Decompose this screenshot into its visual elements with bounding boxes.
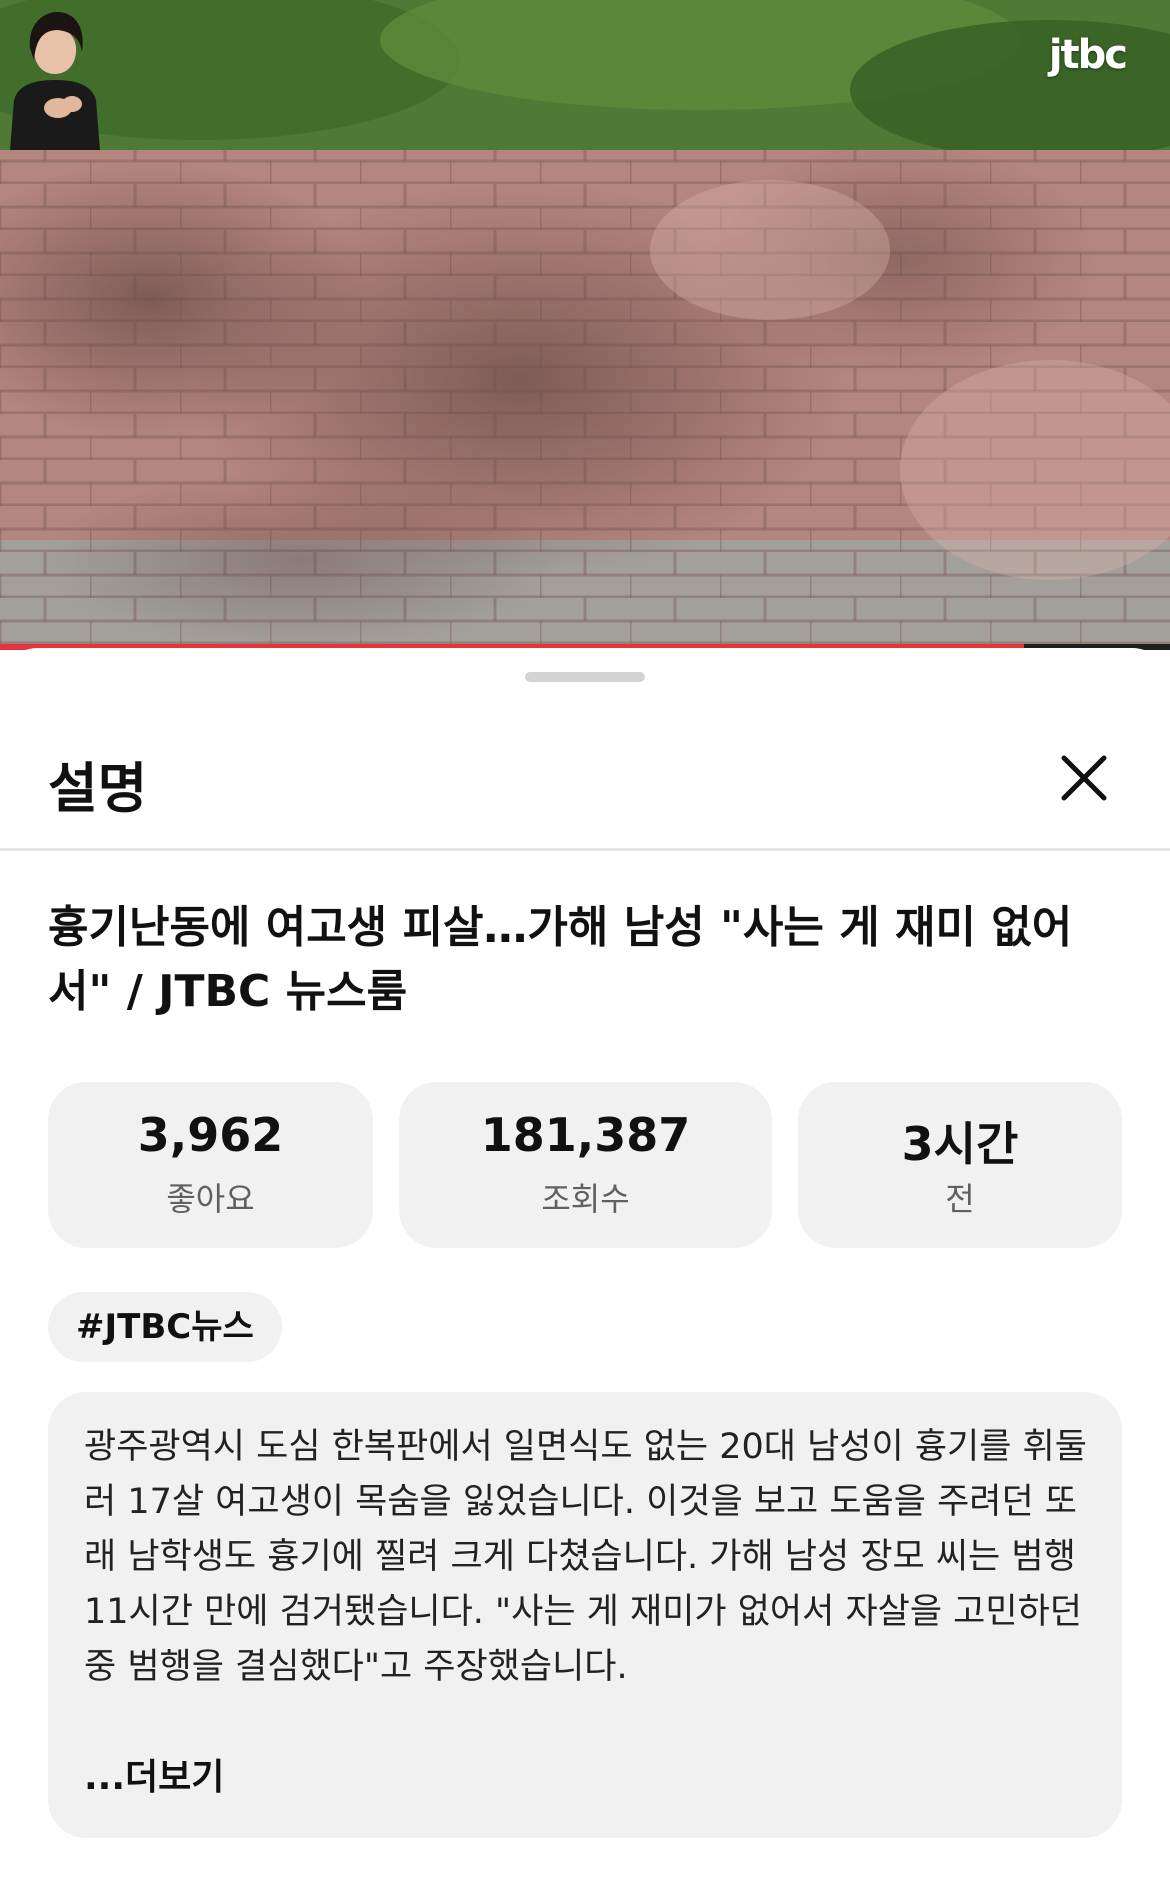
views-label: 조회수 [541, 1180, 630, 1218]
show-more-link[interactable]: ...더보기 [84, 1748, 224, 1800]
header-divider [0, 848, 1170, 851]
likes-count: 3,962 [137, 1108, 284, 1162]
likes-label: 좋아요 [166, 1180, 255, 1218]
description-text: 광주광역시 도심 한복판에서 일면식도 없는 20대 남성이 흉기를 휘둘러 1… [84, 1427, 1087, 1687]
drag-handle[interactable] [525, 672, 645, 682]
upload-time-stat: 3시간 전 [798, 1082, 1122, 1248]
close-icon [1061, 755, 1107, 801]
hashtag-chip[interactable]: #JTBC뉴스 [48, 1292, 282, 1362]
close-button[interactable] [1052, 746, 1116, 810]
video-title: 흉기난동에 여고생 피살…가해 남성 "사는 게 재미 없어서" / JTBC … [48, 902, 1073, 1017]
jtbc-logo: jtbc [1048, 32, 1128, 78]
upload-time-value: 3시간 [901, 1117, 1019, 1171]
sheet-title: 설명 [48, 757, 148, 820]
views-count: 181,387 [480, 1108, 691, 1162]
likes-stat: 3,962 좋아요 [48, 1082, 373, 1248]
views-stat: 181,387 조회수 [399, 1082, 772, 1248]
description-sheet: 설명 흉기난동에 여고생 피살…가해 남성 "사는 게 재미 없어서" / JT… [0, 648, 1170, 1885]
video-frame-scene [0, 0, 1170, 650]
upload-time-label: 전 [945, 1180, 975, 1218]
video-player[interactable]: jtbc [0, 0, 1170, 650]
sign-language-interpreter [10, 12, 100, 150]
description-box[interactable]: 광주광역시 도심 한복판에서 일면식도 없는 20대 남성이 흉기를 휘둘러 1… [48, 1392, 1122, 1838]
